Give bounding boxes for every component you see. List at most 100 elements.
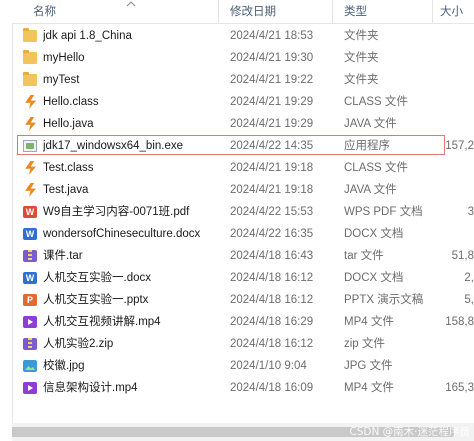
java-class-icon	[23, 162, 37, 174]
file-type: MP4 文件	[344, 316, 394, 328]
video-file-icon	[23, 382, 37, 394]
sort-chevron-up-icon	[126, 1, 136, 7]
java-file-icon	[23, 184, 37, 196]
pdf-file-icon	[23, 206, 37, 218]
file-row[interactable]: jdk api 1.8_China 2024/4/21 18:53 文件夹	[12, 25, 474, 47]
file-row[interactable]: 人机交互实验一.pptx 2024/4/18 16:12 PPTX 演示文稿 5,	[12, 289, 474, 311]
file-name: wondersofChineseculture.docx	[43, 228, 201, 240]
file-name: Test.class	[43, 162, 94, 174]
file-type: CLASS 文件	[344, 96, 408, 108]
file-row[interactable]: 课件.tar 2024/4/18 16:43 tar 文件 51,8	[12, 245, 474, 267]
column-divider[interactable]	[218, 0, 219, 23]
modified-date: 2024/4/18 16:12	[230, 272, 314, 284]
file-type: JAVA 文件	[344, 118, 397, 130]
modified-date: 2024/4/18 16:12	[230, 338, 314, 350]
column-header-name[interactable]: 名称	[33, 0, 56, 23]
file-type: zip 文件	[344, 338, 385, 350]
column-header-type[interactable]: 类型	[344, 0, 367, 23]
file-size: 157,2	[445, 140, 474, 152]
column-divider[interactable]	[332, 0, 333, 23]
column-divider[interactable]	[432, 0, 433, 23]
modified-date: 2024/4/21 19:22	[230, 74, 314, 86]
file-name: W9自主学习内容-0071班.pdf	[43, 206, 190, 218]
column-header-size[interactable]: 大小	[440, 0, 463, 23]
file-size: 5,	[464, 294, 474, 306]
file-type: DOCX 文档	[344, 272, 404, 284]
modified-date: 2024/4/21 19:29	[230, 96, 314, 108]
file-row[interactable]: myTest 2024/4/21 19:22 文件夹	[12, 69, 474, 91]
file-row[interactable]: jdk17_windowsx64_bin.exe 2024/4/22 14:35 应…	[12, 135, 474, 157]
installer-exe-icon	[23, 140, 37, 152]
image-file-icon	[23, 360, 37, 372]
file-size	[442, 25, 474, 47]
file-size: 158,8	[445, 316, 474, 328]
modified-date: 2024/4/18 16:43	[230, 250, 314, 262]
file-type: 文件夹	[344, 74, 379, 86]
file-row[interactable]: Hello.class 2024/4/21 19:29 CLASS 文件	[12, 91, 474, 113]
file-type: CLASS 文件	[344, 162, 408, 174]
pptx-file-icon	[23, 294, 37, 306]
file-size	[442, 157, 474, 179]
file-size	[442, 69, 474, 91]
file-name: 人机交互视频讲解.mp4	[43, 316, 161, 328]
file-row[interactable]: 人机交互实验一.docx 2024/4/18 16:12 DOCX 文档 2,	[12, 267, 474, 289]
file-size	[442, 47, 474, 69]
file-name: Hello.java	[43, 118, 94, 130]
file-row[interactable]: 人机实验2.zip 2024/4/18 16:12 zip 文件	[12, 333, 474, 355]
modified-date: 2024/4/18 16:12	[230, 294, 314, 306]
file-type: 文件夹	[344, 52, 379, 64]
column-header-bar: 名称 修改日期 类型 大小	[12, 0, 474, 24]
file-name: Test.java	[43, 184, 89, 196]
file-row[interactable]: 信息架构设计.mp4 2024/4/18 16:09 MP4 文件 165,3	[12, 377, 474, 399]
file-size	[442, 91, 474, 113]
file-type: 应用程序	[344, 140, 390, 152]
folder-icon	[23, 28, 37, 42]
file-type: tar 文件	[344, 250, 384, 262]
archive-icon	[23, 250, 37, 262]
modified-date: 2024/1/10 9:04	[230, 360, 307, 372]
file-row[interactable]: Test.class 2024/4/21 19:18 CLASS 文件	[12, 157, 474, 179]
file-name: jdk api 1.8_China	[43, 30, 132, 42]
java-file-icon	[23, 118, 37, 130]
modified-date: 2024/4/21 19:18	[230, 184, 314, 196]
word-docx-icon	[23, 272, 37, 284]
file-name: 信息架构设计.mp4	[43, 382, 138, 394]
file-row[interactable]: Test.java 2024/4/21 19:18 JAVA 文件	[12, 179, 474, 201]
column-header-date[interactable]: 修改日期	[230, 0, 276, 23]
file-name: 人机交互实验一.pptx	[43, 294, 149, 306]
modified-date: 2024/4/22 15:53	[230, 206, 314, 218]
watermark: CSDN @南木·迷茫程序员	[349, 426, 470, 438]
file-size	[442, 333, 474, 355]
file-type: WPS PDF 文档	[344, 206, 423, 218]
modified-date: 2024/4/22 14:35	[230, 140, 314, 152]
file-type: PPTX 演示文稿	[344, 294, 424, 306]
file-row[interactable]: Hello.java 2024/4/21 19:29 JAVA 文件	[12, 113, 474, 135]
file-size: 165,3	[445, 382, 474, 394]
modified-date: 2024/4/21 19:29	[230, 118, 314, 130]
file-row[interactable]: myHello 2024/4/21 19:30 文件夹	[12, 47, 474, 69]
file-name: 人机交互实验一.docx	[43, 272, 151, 284]
file-row[interactable]: 校徽.jpg 2024/1/10 9:04 JPG 文件	[12, 355, 474, 377]
file-type: JPG 文件	[344, 360, 393, 372]
file-row[interactable]: wondersofChineseculture.docx 2024/4/22 16…	[12, 223, 474, 245]
file-size	[442, 355, 474, 377]
file-type: DOCX 文档	[344, 228, 404, 240]
file-name: myHello	[43, 52, 85, 64]
file-type: JAVA 文件	[344, 184, 397, 196]
file-row[interactable]: W9自主学习内容-0071班.pdf 2024/4/22 15:53 WPS PDF…	[12, 201, 474, 223]
word-docx-icon	[23, 228, 37, 240]
java-class-icon	[23, 96, 37, 108]
archive-icon	[23, 338, 37, 350]
modified-date: 2024/4/21 19:30	[230, 52, 314, 64]
file-size	[442, 223, 474, 245]
file-type: MP4 文件	[344, 382, 394, 394]
file-name: jdk17_windowsx64_bin.exe	[43, 140, 184, 152]
file-row[interactable]: 人机交互视频讲解.mp4 2024/4/18 16:29 MP4 文件 158,8	[12, 311, 474, 333]
file-size: 3	[467, 206, 474, 218]
file-size: 51,8	[451, 250, 474, 262]
folder-icon	[23, 72, 37, 86]
file-size	[442, 179, 474, 201]
file-name: 课件.tar	[43, 250, 83, 262]
modified-date: 2024/4/18 16:09	[230, 382, 314, 394]
file-size	[442, 113, 474, 135]
